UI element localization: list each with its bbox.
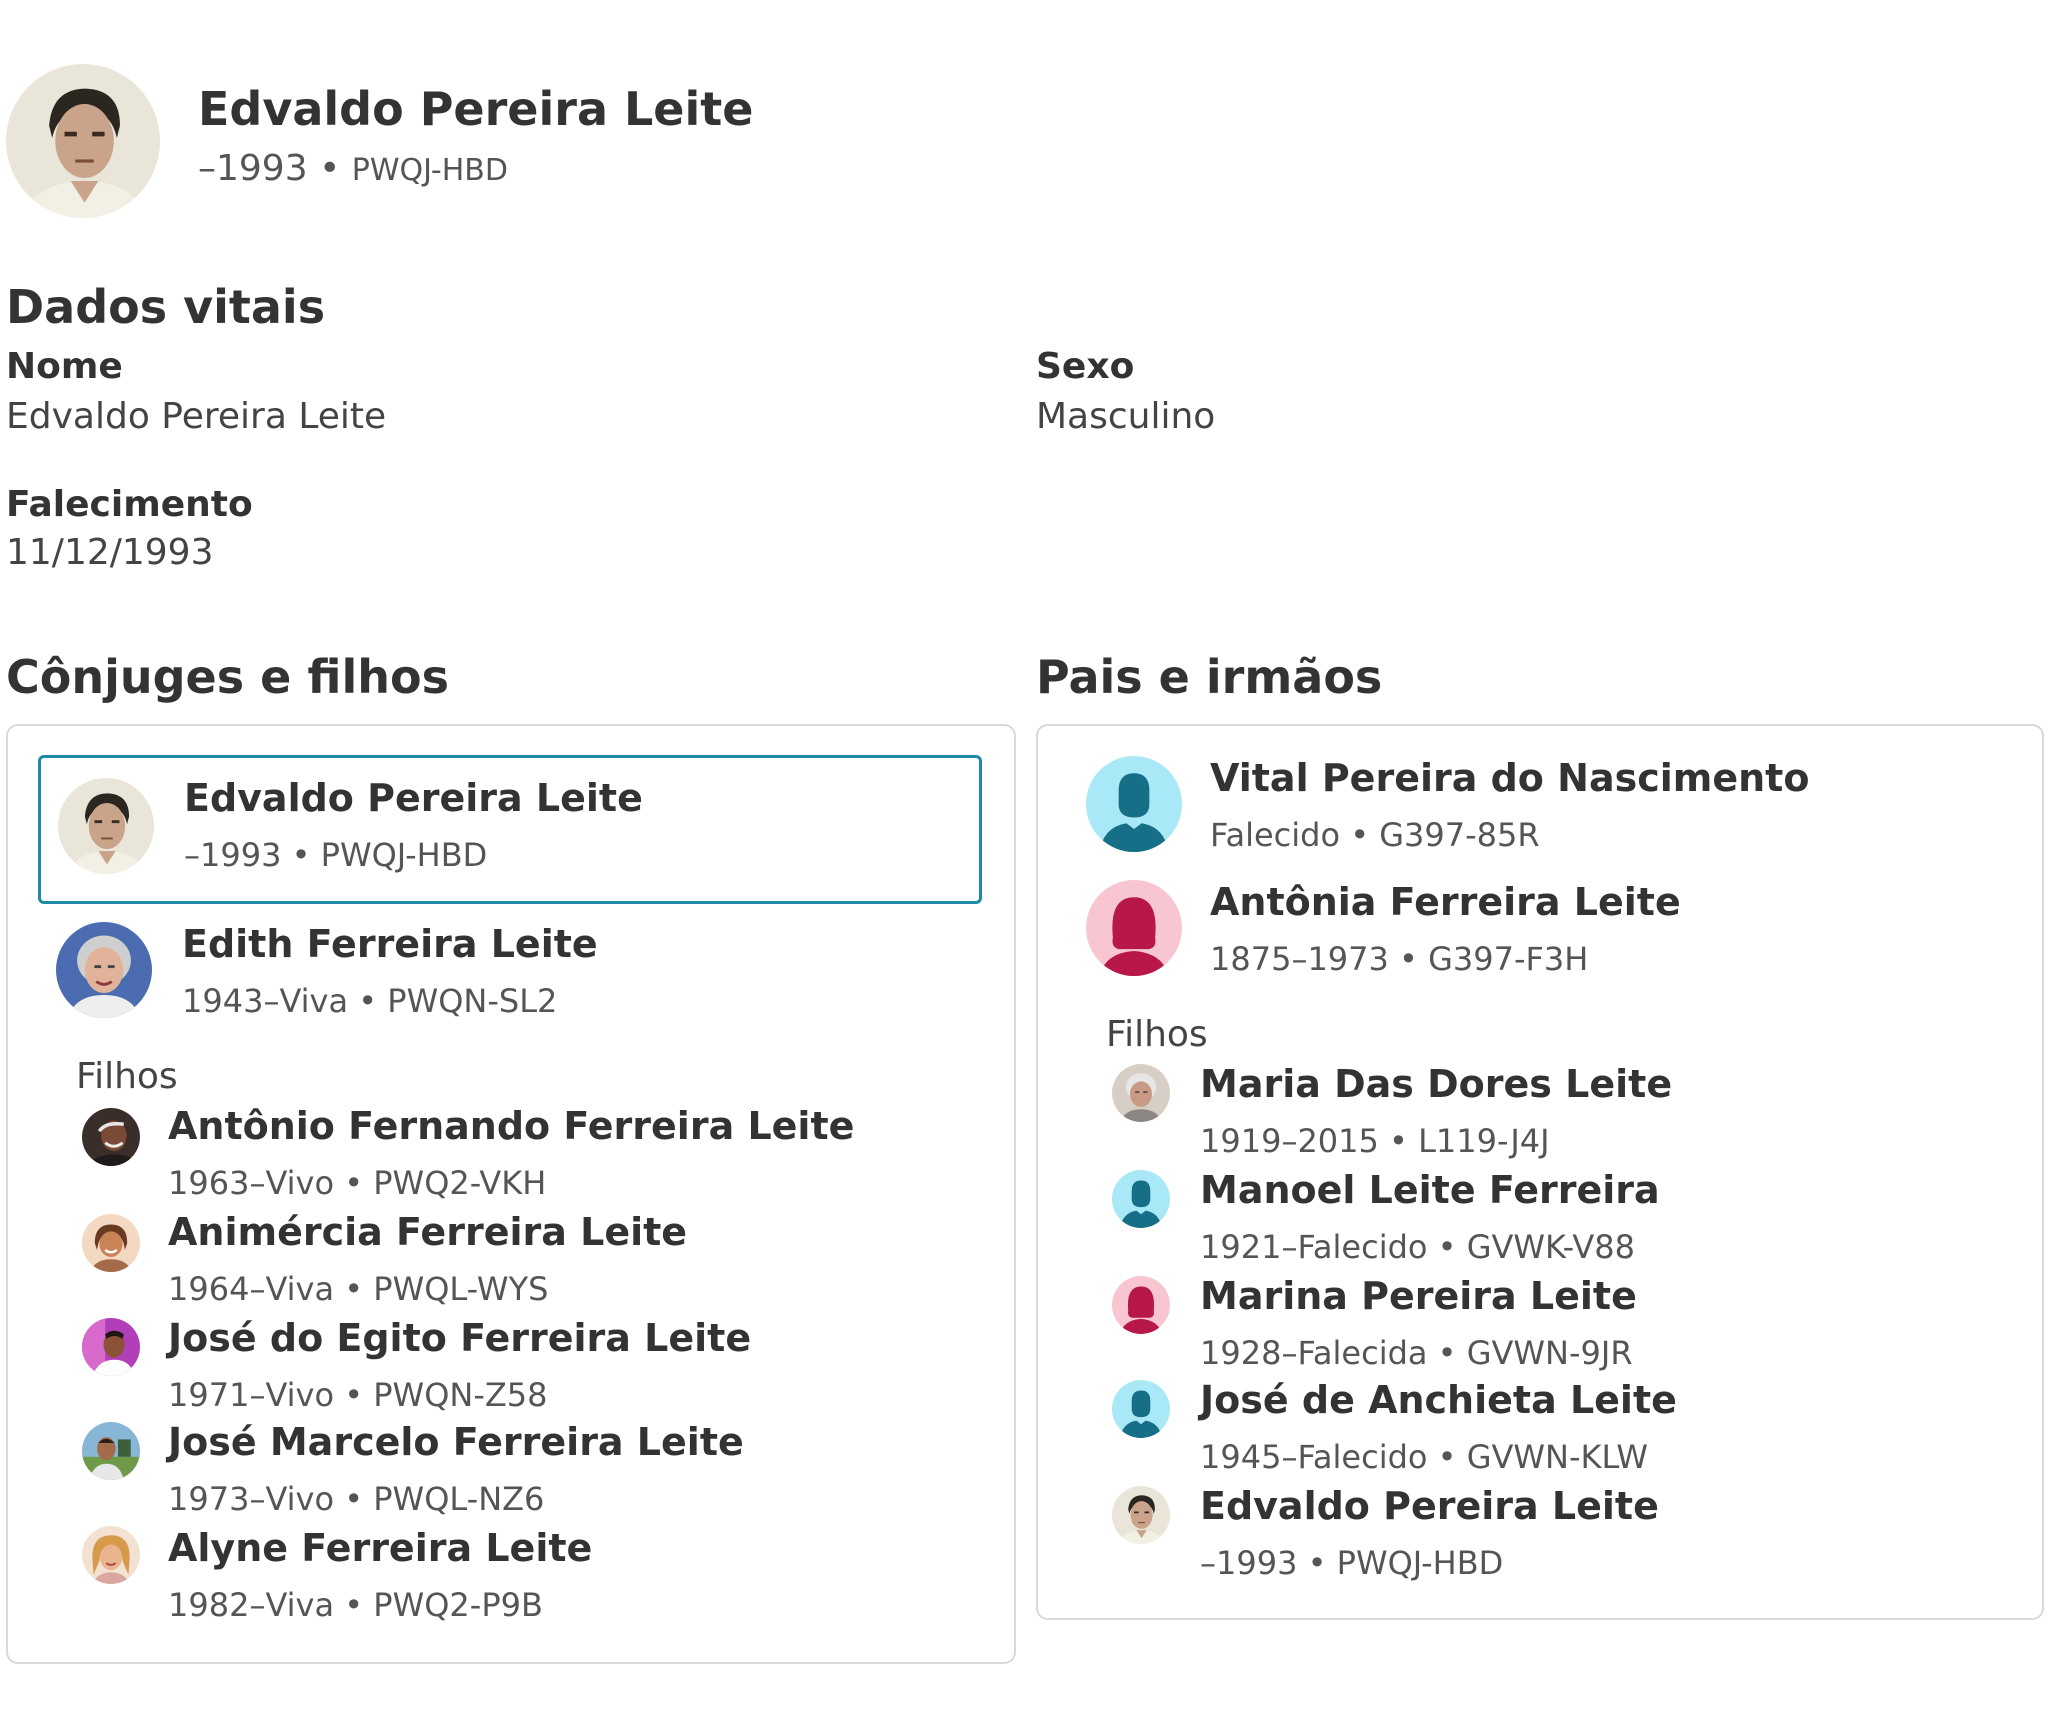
avatar[interactable] (82, 1108, 140, 1166)
father-meta: Falecido • G397-85R (1210, 816, 1540, 854)
spouse-meta: 1943–Viva • PWQN-SL2 (182, 982, 558, 1020)
name-label: Nome (6, 346, 123, 387)
male-silhouette-icon[interactable] (1112, 1380, 1170, 1438)
avatar (58, 778, 154, 874)
siblings-label: Filhos (1106, 1014, 1208, 1055)
father-name[interactable]: Vital Pereira do Nascimento (1210, 756, 1809, 800)
child-meta: 1963–Vivo • PWQ2-VKH (168, 1164, 547, 1202)
name-value: Edvaldo Pereira Leite (6, 396, 387, 437)
avatar[interactable] (82, 1422, 140, 1480)
male-silhouette-icon[interactable] (1112, 1170, 1170, 1228)
avatar[interactable] (82, 1318, 140, 1376)
sibling-name[interactable]: Marina Pereira Leite (1200, 1274, 1637, 1318)
header-person-id: PWQJ-HBD (351, 153, 508, 188)
sex-value: Masculino (1036, 396, 1216, 437)
avatar[interactable] (82, 1214, 140, 1272)
child-meta: 1973–Vivo • PWQL-NZ6 (168, 1480, 545, 1518)
sibling-name[interactable]: Maria Das Dores Leite (1200, 1062, 1672, 1106)
avatar[interactable] (56, 922, 152, 1018)
sibling-meta: 1919–2015 • L119-J4J (1200, 1122, 1550, 1160)
child-meta: 1982–Viva • PWQ2-P9B (168, 1586, 543, 1624)
death-label: Falecimento (6, 484, 253, 525)
sibling-meta: 1945–Falecido • GVWN-KLW (1200, 1438, 1649, 1476)
child-meta: 1964–Viva • PWQL-WYS (168, 1270, 549, 1308)
avatar[interactable] (82, 1526, 140, 1584)
female-silhouette-icon[interactable] (1112, 1276, 1170, 1334)
death-value: 11/12/1993 (6, 532, 214, 573)
children-label: Filhos (76, 1056, 178, 1097)
separator-dot: • (319, 148, 341, 189)
header-lifespan: –1993 (198, 148, 308, 189)
page-title: Edvaldo Pereira Leite (198, 82, 754, 136)
female-silhouette-icon[interactable] (1086, 880, 1182, 976)
profile-photo[interactable] (6, 64, 160, 218)
parents-section-title: Pais e irmãos (1036, 650, 1383, 704)
spouses-section-title: Cônjuges e filhos (6, 650, 449, 704)
avatar[interactable] (1112, 1486, 1170, 1544)
header-summary: –1993 • PWQJ-HBD (198, 148, 508, 189)
child-name[interactable]: José do Egito Ferreira Leite (168, 1316, 751, 1360)
child-name[interactable]: José Marcelo Ferreira Leite (168, 1420, 744, 1464)
mother-name[interactable]: Antônia Ferreira Leite (1210, 880, 1681, 924)
child-name[interactable]: Alyne Ferreira Leite (168, 1526, 592, 1570)
child-name[interactable]: Animércia Ferreira Leite (168, 1210, 687, 1254)
sibling-name[interactable]: José de Anchieta Leite (1200, 1378, 1677, 1422)
sibling-meta: –1993 • PWQJ-HBD (1200, 1544, 1504, 1582)
mother-meta: 1875–1973 • G397-F3H (1210, 940, 1589, 978)
person-name[interactable]: Edvaldo Pereira Leite (184, 776, 643, 820)
child-meta: 1971–Vivo • PWQN-Z58 (168, 1376, 548, 1414)
child-name[interactable]: Antônio Fernando Ferreira Leite (168, 1104, 854, 1148)
sibling-meta: 1928–Falecida • GVWN-9JR (1200, 1334, 1633, 1372)
sex-label: Sexo (1036, 346, 1135, 387)
person-meta: –1993 • PWQJ-HBD (184, 836, 488, 874)
sibling-name[interactable]: Manoel Leite Ferreira (1200, 1168, 1660, 1212)
sibling-meta: 1921–Falecido • GVWK-V88 (1200, 1228, 1635, 1266)
sibling-name[interactable]: Edvaldo Pereira Leite (1200, 1484, 1659, 1528)
avatar[interactable] (1112, 1064, 1170, 1122)
spouse-name[interactable]: Edith Ferreira Leite (182, 922, 598, 966)
vital-section-title: Dados vitais (6, 280, 326, 334)
male-silhouette-icon[interactable] (1086, 756, 1182, 852)
